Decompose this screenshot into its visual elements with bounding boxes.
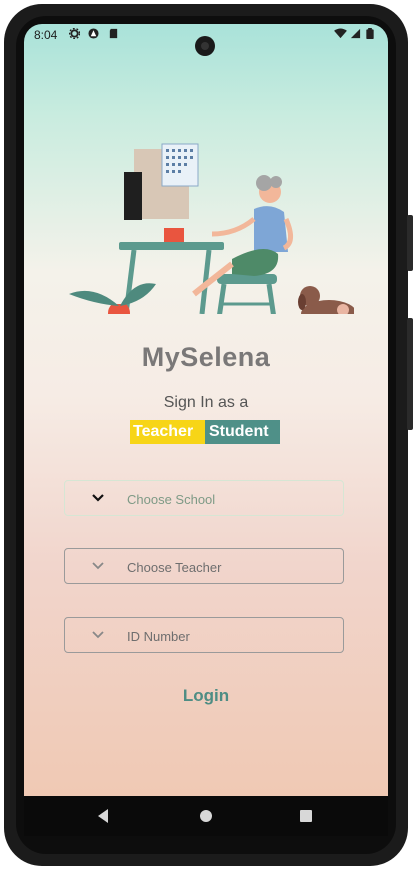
role-teacher-button[interactable]: Teacher [130, 420, 205, 444]
desk-top-illustration [119, 242, 224, 250]
status-time: 8:04 [34, 28, 58, 42]
home-icon[interactable] [199, 808, 213, 824]
app-screen: 8:04 MySelena Sign In as a Teacher Stude… [24, 24, 388, 796]
id-number-label: ID Number [127, 629, 190, 644]
navigation-bar [24, 796, 388, 836]
login-button[interactable]: Login [24, 686, 388, 706]
sd-card-icon [109, 28, 118, 39]
app-badge-icon [88, 28, 99, 39]
id-number-field[interactable]: ID Number [64, 617, 344, 653]
signin-prompt: Sign In as a [163, 394, 249, 411]
wifi-icon [334, 28, 347, 39]
plant-leaf-illustration [69, 290, 119, 306]
teacher-dropdown-label: Choose Teacher [127, 560, 222, 575]
battery-icon [366, 28, 374, 39]
role-student-button[interactable]: Student [205, 420, 280, 444]
dog-illustration [298, 286, 354, 314]
gear-icon [69, 28, 80, 39]
school-dropdown-label: Choose School [127, 492, 216, 507]
plant-pot-illustration [108, 304, 130, 314]
chevron-down-icon [92, 562, 104, 570]
chevron-down-icon [92, 494, 104, 502]
person-skirt-illustration [232, 249, 279, 276]
monitor-back-illustration [124, 172, 142, 220]
back-icon[interactable] [96, 808, 110, 824]
volume-button [407, 318, 413, 430]
stool-illustration [217, 274, 277, 284]
role-toggle: Teacher Student [130, 420, 280, 444]
person-shirt-illustration [254, 206, 288, 252]
power-button [407, 215, 413, 271]
teacher-dropdown[interactable]: Choose Teacher [64, 548, 344, 584]
workspace-illustration [69, 143, 354, 314]
chevron-down-icon [92, 631, 104, 639]
front-camera [195, 36, 215, 56]
recents-icon[interactable] [299, 808, 313, 824]
signal-icon [350, 28, 361, 39]
school-dropdown[interactable]: Choose School [64, 480, 344, 516]
app-title: MySelena [141, 342, 271, 372]
